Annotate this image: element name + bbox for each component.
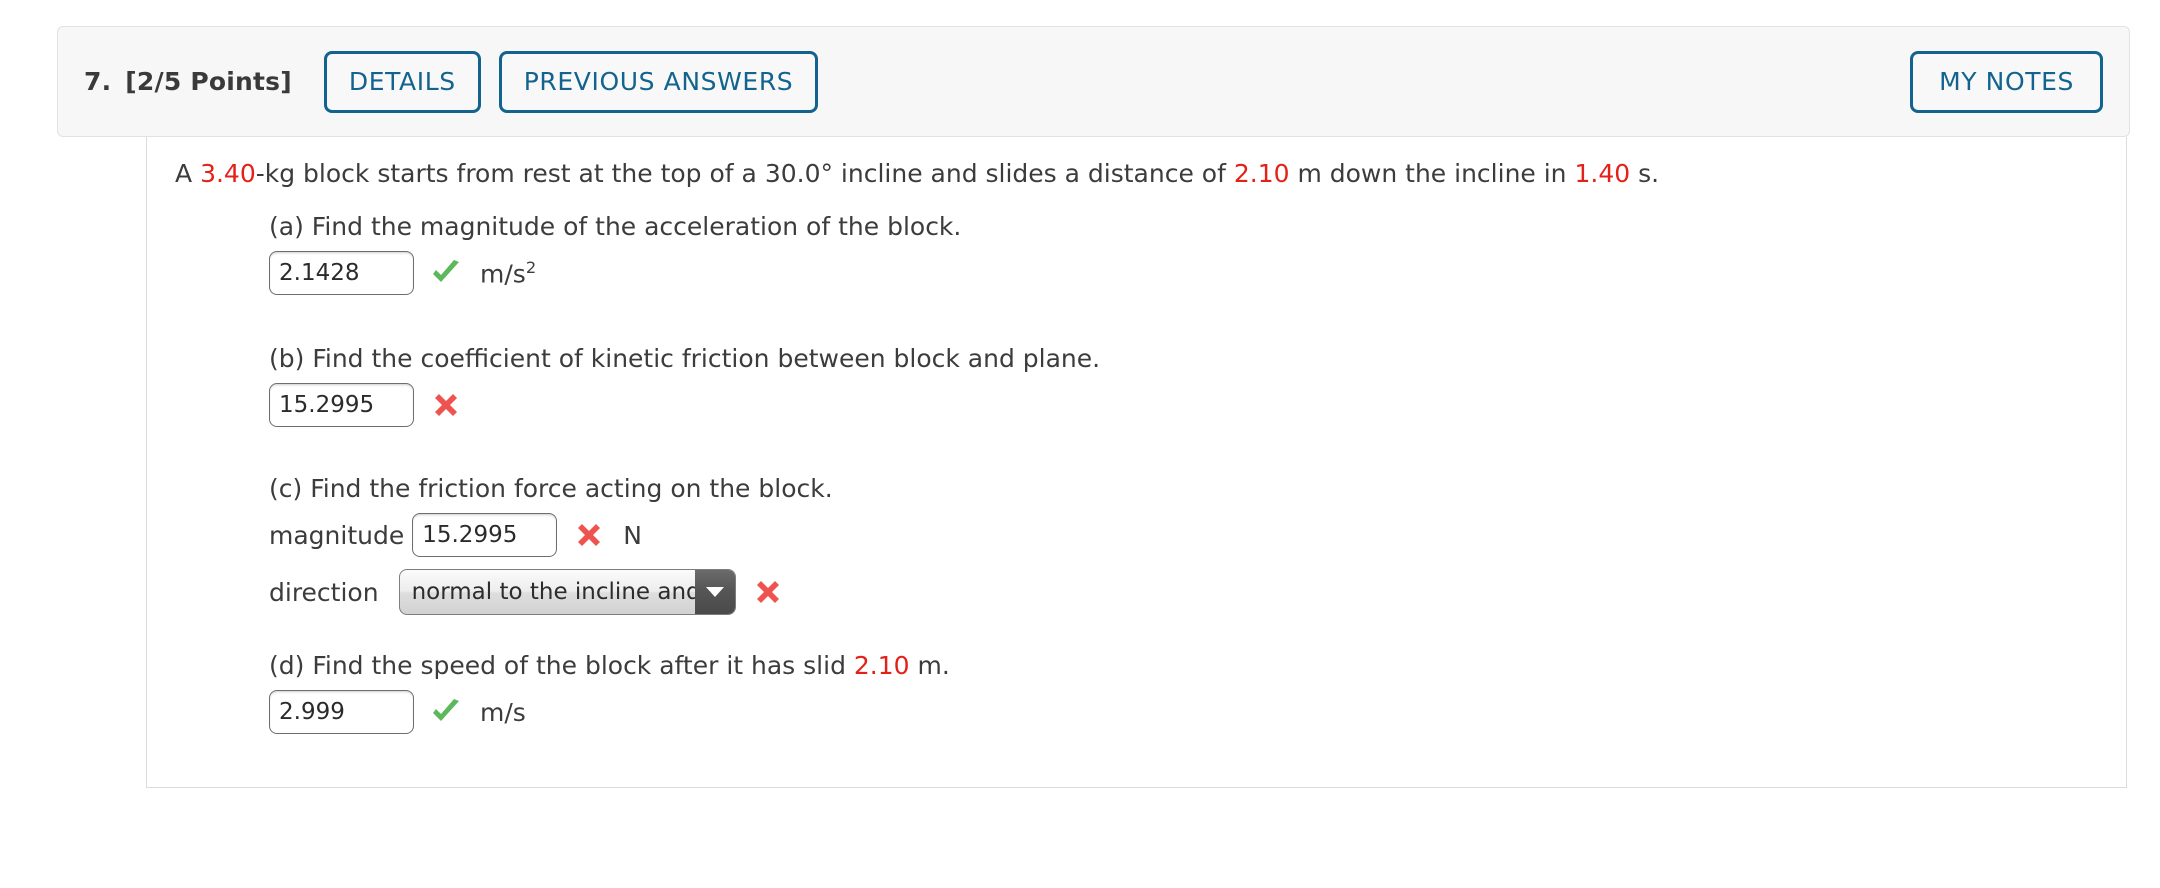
part-c-direction-row: direction normal to the incline and upwa…	[269, 569, 833, 615]
part-c-magnitude-input[interactable]	[412, 513, 558, 557]
question-body: A 3.40-kg block starts from rest at the …	[146, 137, 2127, 788]
stem-text-5: s.	[1630, 159, 1660, 188]
question-number: 7.	[84, 67, 112, 96]
stem-text-2: -kg block starts from rest at the top of…	[255, 159, 765, 188]
my-notes-button[interactable]: MY NOTES	[1910, 50, 2103, 113]
part-c-label: (c) Find the friction force acting on th…	[269, 474, 833, 503]
part-b: (b) Find the coefficient of kinetic fric…	[269, 344, 1100, 427]
part-c-direction-select[interactable]: normal to the incline and upward	[398, 569, 736, 615]
part-a-unit: m/s2	[480, 258, 536, 288]
points-badge: [2/5 Points]	[125, 67, 292, 96]
part-d-unit: m/s	[480, 697, 526, 727]
previous-answers-button[interactable]: PREVIOUS ANSWERS	[498, 50, 819, 113]
part-a-label: (a) Find the magnitude of the accelerati…	[269, 212, 962, 241]
part-d-label-text-1: (d) Find the speed of the block after it…	[269, 651, 854, 680]
red-x-icon	[569, 515, 609, 555]
red-x-icon	[748, 572, 788, 612]
question-number-and-points: 7. [2/5 Points]	[84, 67, 292, 96]
part-a-answer-input[interactable]	[269, 251, 414, 295]
part-c-direction-select-wrapper[interactable]: normal to the incline and upward	[398, 569, 736, 615]
part-d-label-value: 2.10	[853, 651, 910, 680]
part-b-answer-input[interactable]	[269, 383, 414, 427]
part-d-answer-row: m/s	[269, 690, 950, 734]
part-a-unit-base: m/s	[480, 259, 526, 289]
stem-text-4: m down the incline in	[1289, 159, 1575, 188]
part-b-label: (b) Find the coefficient of kinetic fric…	[269, 344, 1101, 373]
question-header: 7. [2/5 Points] DETAILS PREVIOUS ANSWERS …	[57, 26, 2130, 137]
part-c-direction-label: direction	[269, 577, 379, 607]
part-d-answer-input[interactable]	[269, 690, 414, 734]
stem-text-1: A	[175, 159, 201, 188]
part-c: (c) Find the friction force acting on th…	[269, 474, 833, 615]
green-check-icon	[426, 253, 466, 293]
question-page: 7. [2/5 Points] DETAILS PREVIOUS ANSWERS …	[0, 0, 2160, 888]
part-a-answer-row: m/s2	[269, 251, 961, 295]
part-d-label: (d) Find the speed of the block after it…	[269, 651, 950, 680]
part-c-magnitude-row: magnitude N	[269, 513, 833, 557]
chevron-down-icon[interactable]	[694, 570, 735, 614]
stem-value-mass: 3.40	[200, 159, 256, 188]
part-b-answer-row	[269, 383, 1100, 427]
part-c-magnitude-label: magnitude	[269, 520, 405, 550]
green-check-icon	[426, 692, 466, 732]
stem-value-distance: 2.10	[1233, 159, 1290, 188]
red-x-icon	[426, 385, 466, 425]
stem-value-time: 1.40	[1574, 159, 1631, 188]
problem-statement: A 3.40-kg block starts from rest at the …	[175, 159, 1659, 188]
part-a-unit-exponent: 2	[525, 257, 537, 277]
part-d-label-text-2: m.	[909, 651, 950, 680]
part-d: (d) Find the speed of the block after it…	[269, 651, 950, 734]
part-a: (a) Find the magnitude of the accelerati…	[269, 212, 961, 295]
stem-value-angle: 30.0°	[764, 159, 833, 188]
details-button[interactable]: DETAILS	[323, 50, 481, 113]
stem-text-3: incline and slides a distance of	[832, 159, 1234, 188]
part-c-magnitude-unit: N	[623, 520, 642, 550]
